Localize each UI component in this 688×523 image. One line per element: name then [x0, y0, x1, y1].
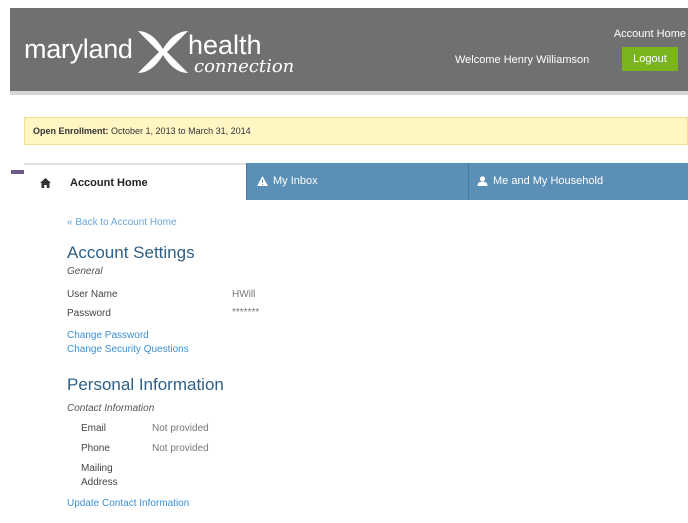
left-accent-mark [11, 170, 24, 174]
tab-account-home-label: Account Home [70, 177, 148, 189]
contact-information-subheading: Contact Information [67, 403, 155, 414]
password-label: Password [67, 308, 111, 319]
tab-me-and-my-household[interactable]: Me and My Household [468, 163, 688, 200]
general-subheading: General [67, 266, 103, 277]
chevron-left-icon: « [67, 217, 73, 228]
tab-me-and-my-household-label: Me and My Household [493, 175, 604, 187]
tab-my-inbox[interactable]: My Inbox [246, 163, 468, 200]
main-tabs: Account Home My Inbox Me and My Househol… [24, 163, 688, 200]
open-enrollment-notice: Open Enrollment: October 1, 2013 to Marc… [24, 117, 688, 145]
logout-button[interactable]: Logout [622, 47, 678, 71]
logo-x-icon [138, 31, 188, 73]
password-value: ******* [232, 307, 260, 318]
header-divider [10, 91, 688, 95]
tab-my-inbox-label: My Inbox [273, 175, 318, 187]
change-security-questions-link[interactable]: Change Security Questions [67, 344, 189, 355]
person-icon [477, 176, 488, 186]
back-link-label: Back to Account Home [75, 217, 177, 228]
site-header: maryland health connection Account Home … [10, 8, 688, 91]
update-contact-information-link[interactable]: Update Contact Information [67, 498, 189, 509]
phone-label: Phone [81, 443, 110, 454]
logo-text-connection: connection [194, 56, 295, 77]
notice-text: October 1, 2013 to March 31, 2014 [111, 126, 251, 136]
back-to-account-home-link[interactable]: « Back to Account Home [67, 217, 177, 228]
phone-value: Not provided [152, 443, 209, 454]
email-label: Email [81, 423, 107, 434]
user-name-value: HWill [232, 289, 256, 300]
welcome-message: Welcome Henry Williamson [455, 54, 590, 66]
account-settings-heading: Account Settings [67, 243, 195, 262]
account-settings-content: « Back to Account Home Account Settings … [0, 200, 688, 523]
mailing-address-label-line1: Mailing [81, 463, 113, 474]
notice-label: Open Enrollment: [33, 126, 109, 136]
logo-text-maryland: maryland [24, 34, 133, 64]
account-home-link[interactable]: Account Home [614, 28, 686, 40]
tab-account-home[interactable]: Account Home [24, 163, 246, 200]
user-name-label: User Name [67, 289, 118, 300]
change-password-link[interactable]: Change Password [67, 330, 149, 341]
home-icon [40, 178, 51, 188]
warning-icon [257, 176, 268, 186]
email-value: Not provided [152, 423, 209, 434]
mailing-address-label-line2: Address [81, 477, 118, 488]
personal-information-heading: Personal Information [67, 375, 224, 394]
